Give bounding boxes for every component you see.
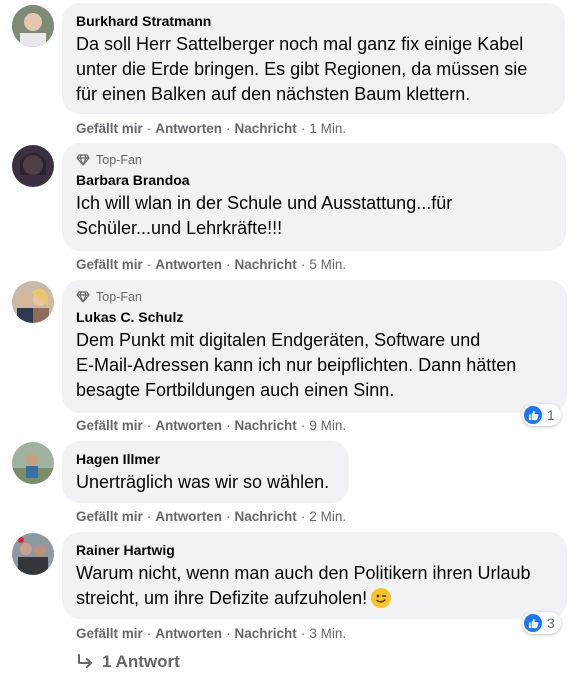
reaction-count[interactable]: 3: [522, 612, 561, 634]
wink-emoji-icon: [371, 588, 392, 608]
top-fan-badge: Top-Fan: [76, 152, 552, 168]
reply-button[interactable]: Antworten: [155, 626, 222, 641]
message-button[interactable]: Nachricht: [235, 626, 297, 641]
comment-bubble: Top-Fan Barbara Brandoa Ich will wlan in…: [62, 143, 566, 251]
timestamp[interactable]: 9 Min.: [309, 418, 346, 433]
like-button[interactable]: Gefällt mir: [76, 509, 143, 524]
like-button[interactable]: Gefällt mir: [76, 626, 143, 641]
top-fan-badge: Top-Fan: [76, 289, 553, 305]
message-button[interactable]: Nachricht: [235, 257, 297, 272]
comment-text: Da soll Herr Sattelberger noch mal ganz …: [76, 34, 528, 104]
reply-button[interactable]: Antworten: [155, 257, 222, 272]
like-thumb-icon: [524, 406, 542, 424]
timestamp[interactable]: 2 Min.: [309, 509, 346, 524]
avatar[interactable]: [12, 145, 54, 187]
comment-text: Dem Punkt mit digitalen Endgeräten, Soft…: [76, 330, 517, 400]
like-button[interactable]: Gefällt mir: [76, 121, 143, 136]
comment-actions: Gefällt mir · Antworten · Nachricht · 9 Min.: [76, 418, 347, 433]
comment-actions: Gefällt mir · Antworten · Nachricht · 2 Min.: [76, 509, 347, 524]
like-thumb-icon: [524, 614, 542, 632]
comment-bubble: Top-Fan Lukas C. Schulz Dem Punkt mit di…: [62, 280, 567, 413]
author-name[interactable]: Barbara Brandoa: [76, 171, 552, 189]
author-name[interactable]: Rainer Hartwig: [76, 541, 553, 559]
like-button[interactable]: Gefällt mir: [76, 418, 143, 433]
comment-actions: Gefällt mir · Antworten · Nachricht · 1 Min.: [76, 121, 347, 136]
comment-text: Unerträglich was wir so wählen.: [76, 472, 330, 492]
timestamp[interactable]: 3 Min.: [309, 626, 346, 641]
author-name[interactable]: Burkhard Stratmann: [76, 12, 551, 30]
avatar[interactable]: [12, 442, 54, 484]
author-name[interactable]: Lukas C. Schulz: [76, 308, 553, 326]
avatar[interactable]: [12, 533, 54, 575]
reply-button[interactable]: Antworten: [155, 509, 222, 524]
top-fan-gem-icon: [76, 154, 90, 166]
top-fan-gem-icon: [76, 291, 90, 303]
comment-bubble: Hagen Illmer Unerträglich was wir so wäh…: [62, 441, 349, 503]
timestamp[interactable]: 1 Min.: [309, 121, 346, 136]
message-button[interactable]: Nachricht: [235, 509, 297, 524]
reply-button[interactable]: Antworten: [155, 418, 222, 433]
message-button[interactable]: Nachricht: [235, 121, 297, 136]
view-replies-link[interactable]: 1 Antwort: [76, 652, 180, 672]
comment-actions: Gefällt mir · Antworten · Nachricht · 5 Min.: [76, 257, 347, 272]
comment-text: Ich will wlan in der Schule und Ausstatt…: [76, 193, 453, 238]
reaction-count[interactable]: 1: [522, 404, 561, 426]
avatar[interactable]: [12, 5, 54, 47]
timestamp[interactable]: 5 Min.: [309, 257, 346, 272]
comment-text: Warum nicht, wenn man auch den Politiker…: [76, 563, 531, 608]
comment-bubble: Rainer Hartwig Warum nicht, wenn man auc…: [62, 532, 567, 619]
reply-button[interactable]: Antworten: [155, 121, 222, 136]
avatar[interactable]: [12, 281, 54, 323]
message-button[interactable]: Nachricht: [235, 418, 297, 433]
reply-arrow-icon: [78, 654, 92, 668]
comment-bubble: Burkhard Stratmann Da soll Herr Sattelbe…: [62, 3, 565, 114]
author-name[interactable]: Hagen Illmer: [76, 450, 335, 468]
like-button[interactable]: Gefällt mir: [76, 257, 143, 272]
comment-actions: Gefällt mir · Antworten · Nachricht · 3 Min.: [76, 626, 347, 641]
